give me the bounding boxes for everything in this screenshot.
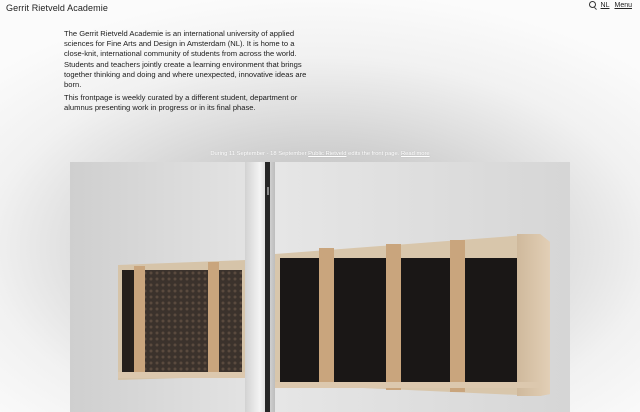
right-cabinet	[275, 234, 550, 396]
hero-photo[interactable]	[70, 162, 570, 412]
announcement-bar: During 11 September - 18 September Publi…	[0, 151, 640, 157]
announcement-text: edits the front page.	[346, 151, 401, 157]
announcement-text: During 11 September - 18 September	[210, 151, 309, 157]
public-rietveld-link[interactable]: Public Rietveld	[308, 151, 346, 157]
hero-image	[70, 162, 570, 412]
search-icon[interactable]	[588, 1, 596, 8]
intro-paragraph: The Gerrit Rietveld Academie is an inter…	[64, 29, 307, 90]
site-title[interactable]: Gerrit Rietveld Academie	[6, 3, 108, 13]
language-switch-link[interactable]: NL	[601, 2, 610, 9]
intro-text: The Gerrit Rietveld Academie is an inter…	[64, 29, 314, 117]
intro-paragraph: This frontpage is weekly curated by a di…	[64, 93, 298, 113]
left-cabinet	[118, 260, 246, 380]
read-more-link[interactable]: Read more	[401, 151, 430, 157]
top-nav: NL Menu	[588, 1, 632, 9]
menu-link[interactable]: Menu	[614, 2, 632, 9]
